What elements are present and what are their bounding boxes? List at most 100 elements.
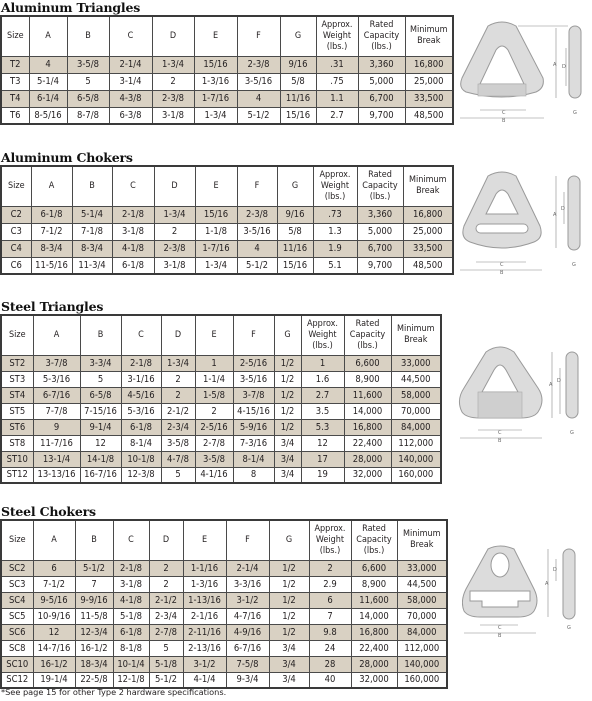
- table-row: C4 8-3/4 8-3/4 4-1/8 2-3/8 1-7/16 4 11/16 1.9 6,7…: [0, 239, 454, 258]
- column-header: Approx. Weight (lbs.): [315, 15, 359, 57]
- value-cell: 1/2: [268, 607, 310, 625]
- value-cell: 84,000: [396, 623, 448, 641]
- value-cell: 9-9/16: [74, 591, 114, 609]
- value-cell: 11/16: [276, 239, 314, 258]
- value-cell: 24: [308, 639, 352, 657]
- value-cell: 2: [160, 370, 196, 388]
- value-cell: 8: [232, 466, 275, 484]
- value-cell: 3-5/8: [194, 450, 234, 468]
- value-cell: 3-1/8: [151, 106, 195, 125]
- value-cell: 4: [236, 89, 281, 108]
- value-cell: 5-3/16: [120, 402, 162, 420]
- dim-label-g: G: [573, 110, 577, 116]
- value-cell: 3/4: [273, 450, 302, 468]
- table-row: T4 6-1/4 6-5/8 4-3/8 2-3/8 1-7/16 4 11/16 1.1 6,7…: [0, 89, 454, 108]
- value-cell: 2: [160, 386, 196, 404]
- choker-side-view: [567, 175, 581, 251]
- value-cell: 6-1/8: [30, 205, 73, 224]
- value-cell: 4-9/16: [225, 623, 270, 641]
- value-cell: 3/4: [268, 639, 310, 657]
- table-row: ST8 11-7/16 12 8-1/4 3-5/8 2-7/8 7-3/16 3/4 12 22…: [0, 434, 442, 452]
- value-cell: 11/16: [279, 89, 317, 108]
- value-cell: 3-5/8: [160, 434, 196, 452]
- value-cell: 7-1/2: [32, 575, 76, 593]
- steel-chokers-table: Size A B C D E F G Approx. Weight (lbs.) Rated Capac…: [0, 519, 448, 689]
- value-cell: 2-3/8: [236, 205, 278, 224]
- value-cell: 1.3: [312, 222, 358, 241]
- value-cell: 2-7/8: [194, 434, 234, 452]
- value-cell: 4: [236, 239, 278, 258]
- value-cell: 10-9/16: [32, 607, 76, 625]
- value-cell: 5-1/2: [236, 256, 278, 275]
- value-cell: 11-5/8: [74, 607, 114, 625]
- value-cell: 1-1/16: [182, 559, 227, 577]
- value-cell: 4-3/8: [108, 89, 153, 108]
- value-cell: 6-1/8: [112, 623, 150, 641]
- value-cell: 2.9: [308, 575, 352, 593]
- column-header: A: [32, 314, 81, 356]
- value-cell: 11-3/4: [71, 256, 113, 275]
- size-cell: T6: [0, 106, 30, 125]
- size-cell: SC10: [0, 655, 34, 673]
- value-cell: 5: [160, 466, 196, 484]
- column-header: Rated Capacity (lbs.): [343, 314, 392, 356]
- dim-label-d: D: [561, 206, 565, 212]
- value-cell: 1-3/4: [194, 256, 238, 275]
- value-cell: 2-3/8: [151, 89, 195, 108]
- value-cell: 13-13/16: [32, 466, 81, 484]
- value-cell: .73: [312, 205, 358, 224]
- value-cell: 9: [32, 418, 81, 436]
- size-cell: ST4: [0, 386, 34, 404]
- value-cell: 19: [300, 466, 345, 484]
- value-cell: 8-1/8: [112, 639, 150, 657]
- column-header: G: [279, 15, 317, 57]
- dim-label-a: A: [553, 212, 557, 218]
- dim-label-g: G: [570, 430, 574, 436]
- column-header: D: [148, 519, 184, 561]
- value-cell: 6-7/16: [225, 639, 270, 657]
- table-row: SC6 12 12-3/4 6-1/8 2-7/8 2-11/16 4-9/16 1/2 9.8…: [0, 623, 448, 641]
- value-cell: 6,700: [357, 89, 406, 108]
- value-cell: 3-3/16: [225, 575, 270, 593]
- value-cell: 10-1/4: [112, 655, 150, 673]
- value-cell: 1/2: [268, 559, 310, 577]
- header-row: Size A B C D E F G Approx. Weight (lbs.) Rated Capac…: [0, 15, 454, 57]
- value-cell: 2: [151, 72, 195, 91]
- value-cell: 4-1/4: [182, 671, 227, 689]
- value-cell: 12: [32, 623, 76, 641]
- steel-triangle-side-view: [565, 351, 579, 419]
- value-cell: 25,000: [402, 222, 454, 241]
- size-cell: SC4: [0, 591, 34, 609]
- size-cell: SC12: [0, 671, 34, 689]
- dim-label-g: G: [567, 625, 571, 631]
- size-cell: T4: [0, 89, 30, 108]
- value-cell: 7-7/8: [32, 402, 81, 420]
- value-cell: 6-1/8: [120, 418, 162, 436]
- value-cell: 1-3/16: [182, 575, 227, 593]
- value-cell: 2-13/16: [182, 639, 227, 657]
- value-cell: 1: [194, 354, 234, 372]
- dim-label-d: D: [562, 64, 566, 70]
- choker-front-view: [462, 171, 542, 249]
- size-cell: ST2: [0, 354, 34, 372]
- value-cell: 140,000: [396, 655, 448, 673]
- steel-triangle-diagram: B C A D G: [458, 346, 579, 444]
- value-cell: 6: [308, 591, 352, 609]
- value-cell: 8,900: [350, 575, 398, 593]
- column-header: Size: [0, 165, 32, 207]
- table-row: ST3 5-3/16 5 3-1/16 2 1-1/4 3-5/16 1/2 1.6 8,900 4…: [0, 370, 442, 388]
- value-cell: 3-5/16: [236, 222, 278, 241]
- value-cell: 2: [194, 402, 234, 420]
- table-row: SC8 14-7/16 16-1/2 8-1/8 5 2-13/16 6-7/16 3/4 24…: [0, 639, 448, 657]
- value-cell: 16,800: [350, 623, 398, 641]
- column-header: D: [160, 314, 196, 356]
- value-cell: 9/16: [279, 55, 317, 74]
- column-header: A: [28, 15, 68, 57]
- value-cell: 1-3/4: [193, 106, 238, 125]
- column-header: C: [111, 165, 155, 207]
- value-cell: 1: [300, 354, 345, 372]
- triangle-ring-front-view: [460, 21, 544, 98]
- column-header: Minimum Break: [396, 519, 448, 561]
- value-cell: 12: [79, 434, 122, 452]
- value-cell: 9-1/4: [79, 418, 122, 436]
